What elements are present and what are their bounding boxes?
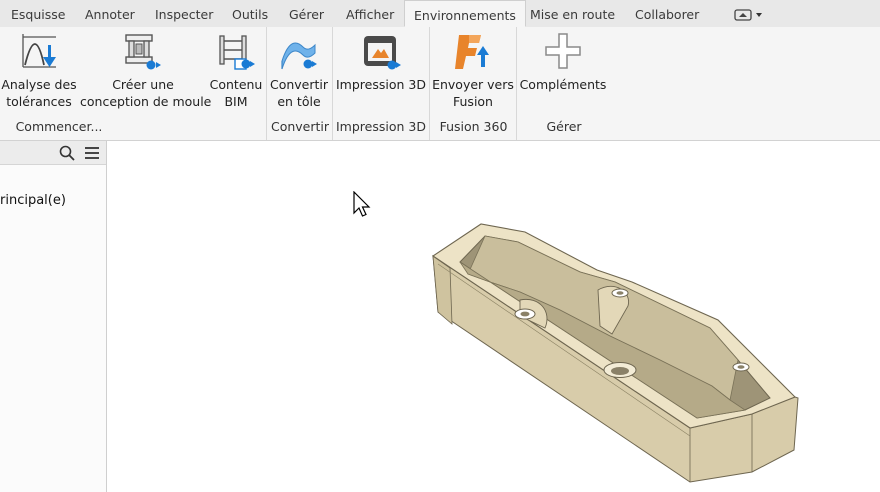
browser-search-button[interactable]	[58, 144, 76, 162]
bim-content-label: Contenu BIM	[208, 76, 264, 110]
bim-content-line1: Contenu	[209, 77, 263, 92]
group-label-commencer[interactable]: Commencer...	[0, 119, 118, 134]
tab-inspecter[interactable]: Inspecter	[155, 0, 213, 27]
mold-design-label: Créer une conception de moule	[80, 76, 212, 110]
group-label-gerer: Gérer	[546, 119, 582, 134]
model-browser-panel: rincipal(e)	[0, 141, 107, 492]
browser-header	[0, 141, 106, 165]
3d-print-label: Impression 3D	[334, 76, 428, 93]
3d-print-line1: Impression 3D	[336, 77, 426, 92]
graphics-viewport[interactable]	[107, 141, 880, 492]
mold-design-line1: Créer une	[112, 77, 174, 92]
fusion-icon	[455, 35, 489, 69]
panel-toggle-button[interactable]	[734, 8, 766, 22]
tab-esquisse[interactable]: Esquisse	[11, 0, 65, 27]
ribbon-tab-bar: Esquisse Annoter Inspecter Outils Gérer …	[0, 0, 880, 28]
convert-sheet-metal-line2: en tôle	[277, 94, 321, 109]
tab-gerer[interactable]: Gérer	[289, 0, 324, 27]
tab-mise-en-route[interactable]: Mise en route	[530, 0, 615, 27]
mold-design-line2: conception de moule	[80, 94, 212, 109]
tolerance-analysis-label: Analyse des tolérances	[0, 76, 78, 110]
part-model-3d[interactable]	[107, 141, 880, 492]
search-icon	[59, 145, 75, 161]
send-to-fusion-line1: Envoyer vers	[432, 77, 514, 92]
tab-collaborer[interactable]: Collaborer	[635, 0, 699, 27]
send-to-fusion-button[interactable]: Envoyer vers Fusion	[431, 27, 515, 115]
send-to-fusion-label: Envoyer vers Fusion	[431, 76, 515, 110]
panel-toggle-icon	[734, 9, 762, 21]
3d-print-button[interactable]: Impression 3D	[334, 27, 428, 115]
tolerance-analysis-line1: Analyse des	[1, 77, 77, 92]
tab-afficher[interactable]: Afficher	[346, 0, 394, 27]
mold-design-icon	[125, 34, 161, 70]
mouse-cursor-icon	[353, 191, 371, 217]
browser-menu-button[interactable]	[83, 144, 101, 162]
tab-outils[interactable]: Outils	[232, 0, 268, 27]
add-ins-label: Compléments	[518, 76, 608, 93]
hamburger-menu-icon	[85, 147, 99, 159]
mold-design-button[interactable]: Créer une conception de moule	[80, 27, 212, 115]
add-ins-button[interactable]: Compléments	[518, 27, 608, 115]
send-to-fusion-line2: Fusion	[453, 94, 493, 109]
add-ins-line1: Compléments	[519, 77, 607, 92]
convert-sheet-metal-label: Convertir en tôle	[268, 76, 330, 110]
group-label-fusion-360: Fusion 360	[439, 119, 508, 134]
bim-content-button[interactable]: Contenu BIM	[208, 27, 264, 115]
bim-content-icon	[219, 35, 255, 70]
tolerance-analysis-line2: tolérances	[6, 94, 72, 109]
tab-environnements[interactable]: Environnements	[404, 0, 526, 27]
tab-annoter[interactable]: Annoter	[85, 0, 135, 27]
add-ins-icon	[545, 33, 581, 69]
convert-sheet-metal-line1: Convertir	[269, 77, 329, 92]
browser-tree-item[interactable]: rincipal(e)	[0, 193, 66, 208]
ribbon-panel: Analyse des tolérances Créer une concept…	[0, 27, 880, 141]
tolerance-analysis-button[interactable]: Analyse des tolérances	[0, 27, 78, 115]
group-label-impression-3d: Impression 3D	[336, 119, 426, 134]
group-label-convertir: Convertir	[270, 119, 330, 134]
sheet-metal-icon	[281, 42, 317, 70]
tolerance-analysis-icon	[22, 34, 56, 68]
convert-sheet-metal-button[interactable]: Convertir en tôle	[268, 27, 330, 115]
3d-print-icon	[364, 36, 401, 70]
bim-content-line2: BIM	[224, 94, 248, 109]
